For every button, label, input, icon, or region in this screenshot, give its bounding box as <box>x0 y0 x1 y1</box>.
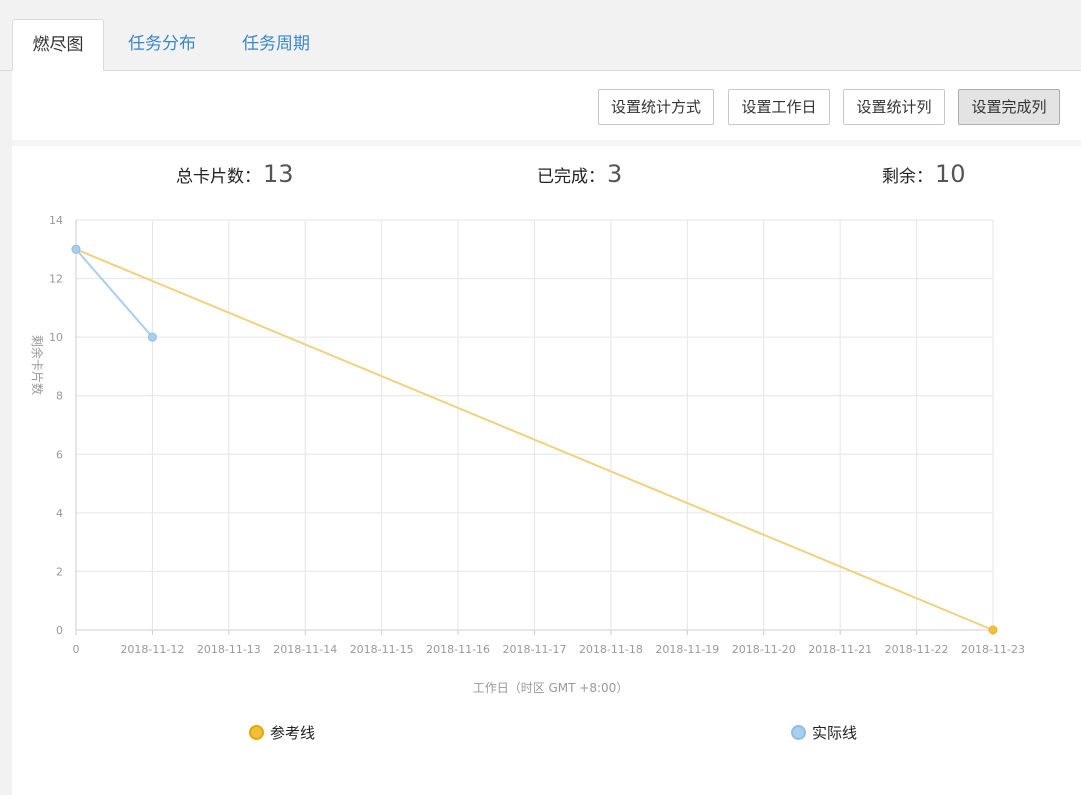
x-tick-label: 2018-11-13 <box>197 643 261 656</box>
legend-reference-label: 参考线 <box>270 724 316 742</box>
legend-actual-label: 实际线 <box>812 724 858 742</box>
x-tick-label: 2018-11-22 <box>885 643 949 656</box>
x-tick-label: 0 <box>73 643 80 656</box>
y-axis-title: 剩余卡片数 <box>30 335 45 395</box>
burndown-chart: 0 2 4 6 8 10 12 14 0 2018-11-12 2018-11-13 2018-11-… <box>30 214 1025 695</box>
data-point-actual <box>147 332 157 342</box>
x-tick-label: 2018-11-21 <box>808 643 872 656</box>
x-axis-title: 工作日（时区 GMT +8:00） <box>473 681 629 695</box>
data-point-reference <box>988 625 998 635</box>
series-line-actual <box>75 248 154 338</box>
y-tick-label: 14 <box>49 214 63 227</box>
legend-actual[interactable]: 实际线 <box>791 722 857 744</box>
data-point-actual <box>71 244 81 254</box>
x-tick-label: 2018-11-17 <box>503 643 567 656</box>
legend-reference-marker <box>249 725 264 740</box>
y-tick-label: 2 <box>56 565 63 578</box>
y-tick-label: 8 <box>56 390 63 403</box>
x-tick-label: 2018-11-14 <box>273 643 337 656</box>
y-tick-label: 6 <box>56 448 63 461</box>
y-tick-label: 10 <box>49 331 63 344</box>
x-tick-label: 2018-11-19 <box>655 643 719 656</box>
x-tick-label: 2018-11-12 <box>120 643 184 656</box>
x-tick-label: 2018-11-23 <box>961 643 1025 656</box>
legend-actual-marker <box>791 725 806 740</box>
x-tick-label: 2018-11-18 <box>579 643 643 656</box>
y-tick-label: 4 <box>56 507 63 520</box>
x-tick-label: 2018-11-16 <box>426 643 490 656</box>
x-tick-label: 2018-11-15 <box>350 643 414 656</box>
y-tick-label: 0 <box>56 624 63 637</box>
legend-reference[interactable]: 参考线 <box>249 722 315 744</box>
y-tick-label: 12 <box>49 273 63 286</box>
x-tick-label: 2018-11-20 <box>732 643 796 656</box>
